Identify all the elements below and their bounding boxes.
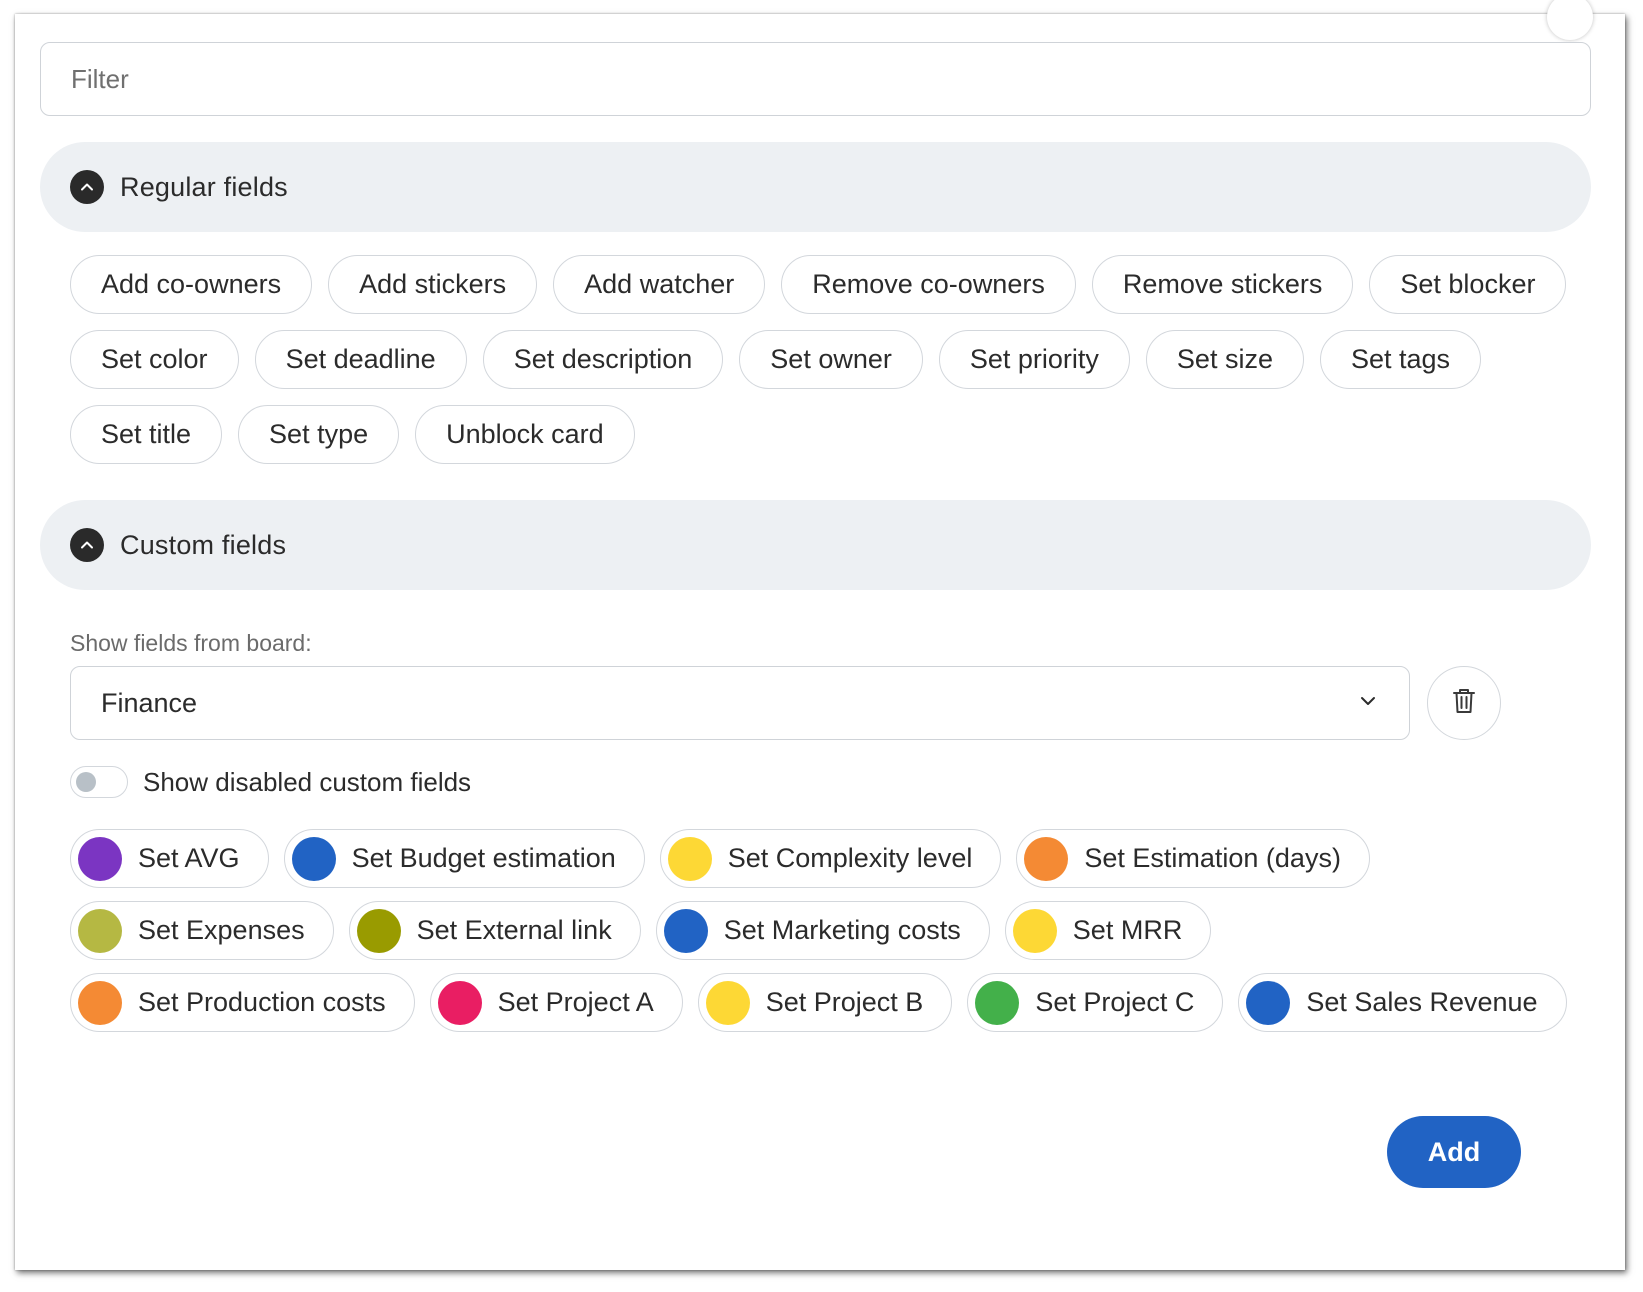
custom-field-chip[interactable]: Set Estimation (days)	[1016, 829, 1370, 888]
add-button[interactable]: Add	[1387, 1116, 1521, 1188]
custom-fields-list: Set AVG Set Budget estimation Set Complexi…	[70, 829, 1570, 1032]
color-dot-icon	[1246, 980, 1291, 1025]
custom-field-chip[interactable]: Set Complexity level	[659, 829, 1002, 888]
custom-field-label: Set Project B	[765, 987, 924, 1017]
color-dot-icon	[1024, 836, 1069, 881]
custom-field-chip[interactable]: Set Marketing costs	[655, 901, 990, 960]
color-dot-icon	[663, 908, 708, 953]
regular-field-chip[interactable]: Set type	[238, 405, 400, 464]
regular-field-chip[interactable]: Add watcher	[553, 255, 766, 314]
custom-field-label: Set Sales Revenue	[1306, 987, 1538, 1017]
custom-field-label: Set External link	[416, 915, 612, 945]
regular-field-chip[interactable]: Set title	[70, 405, 223, 464]
custom-field-label: Set Marketing costs	[723, 915, 961, 945]
custom-fields-title: Custom fields	[120, 529, 287, 560]
custom-field-label: Set Complexity level	[727, 843, 973, 873]
custom-field-chip[interactable]: Set External link	[348, 901, 641, 960]
delete-board-button[interactable]	[1427, 666, 1501, 740]
regular-field-chip[interactable]: Remove co-owners	[781, 255, 1076, 314]
regular-field-chip[interactable]: Set size	[1145, 330, 1304, 389]
regular-fields-header[interactable]: Regular fields	[40, 142, 1591, 232]
custom-field-chip[interactable]: Set Project C	[967, 973, 1224, 1032]
regular-field-chip[interactable]: Set deadline	[254, 330, 467, 389]
custom-field-chip[interactable]: Set Project A	[429, 973, 683, 1032]
custom-field-chip[interactable]: Set Expenses	[70, 901, 334, 960]
regular-field-chip[interactable]: Unblock card	[415, 405, 635, 464]
custom-field-label: Set Budget estimation	[351, 843, 616, 873]
board-select-value: Finance	[101, 687, 198, 718]
custom-field-label: Set Production costs	[138, 987, 386, 1017]
color-dot-icon	[78, 980, 122, 1025]
custom-field-chip[interactable]: Set MRR	[1004, 901, 1212, 960]
regular-fields-list: Add co-owners Add stickers Add watcher Remo…	[70, 255, 1570, 464]
chevron-up-icon[interactable]	[70, 170, 104, 204]
custom-field-label: Set Estimation (days)	[1084, 843, 1341, 873]
regular-field-chip[interactable]: Set color	[70, 330, 239, 389]
regular-field-chip[interactable]: Set blocker	[1369, 255, 1567, 314]
color-dot-icon	[437, 980, 482, 1025]
show-fields-label: Show fields from board:	[70, 630, 312, 656]
trash-icon	[1451, 687, 1477, 720]
filter-input[interactable]	[40, 42, 1591, 116]
custom-field-label: Set Project A	[497, 987, 654, 1017]
custom-field-chip[interactable]: Set AVG	[70, 829, 269, 888]
show-disabled-toggle[interactable]	[70, 766, 128, 798]
show-disabled-label: Show disabled custom fields	[143, 766, 472, 797]
regular-field-chip[interactable]: Remove stickers	[1091, 255, 1354, 314]
custom-field-chip[interactable]: Set Project B	[697, 973, 953, 1032]
custom-field-label: Set Project C	[1035, 987, 1195, 1017]
custom-field-chip[interactable]: Set Production costs	[70, 973, 415, 1032]
chevron-down-icon	[1357, 688, 1379, 719]
regular-field-chip[interactable]: Set tags	[1319, 330, 1482, 389]
custom-fields-header[interactable]: Custom fields	[40, 500, 1591, 590]
regular-field-chip[interactable]: Set priority	[938, 330, 1130, 389]
color-dot-icon	[1012, 908, 1057, 953]
regular-field-chip[interactable]: Add stickers	[328, 255, 538, 314]
board-select[interactable]: Finance	[70, 666, 1410, 740]
color-dot-icon	[291, 836, 336, 881]
close-button[interactable]	[1547, 0, 1593, 40]
show-disabled-row: Show disabled custom fields	[70, 766, 471, 798]
regular-fields-title: Regular fields	[120, 171, 288, 202]
regular-field-chip[interactable]: Set owner	[739, 330, 923, 389]
custom-field-label: Set MRR	[1072, 915, 1183, 945]
color-dot-icon	[705, 980, 750, 1025]
automation-fields-panel: Regular fields Add co-owners Add stickers…	[15, 0, 1625, 1270]
regular-field-chip[interactable]: Set description	[482, 330, 724, 389]
custom-field-chip[interactable]: Set Sales Revenue	[1238, 973, 1567, 1032]
custom-field-chip[interactable]: Set Budget estimation	[283, 829, 645, 888]
color-dot-icon	[78, 908, 122, 953]
color-dot-icon	[356, 908, 401, 953]
color-dot-icon	[667, 836, 712, 881]
color-dot-icon	[78, 836, 122, 881]
chevron-up-icon[interactable]	[70, 528, 104, 562]
color-dot-icon	[975, 980, 1020, 1025]
custom-field-label: Set AVG	[138, 843, 240, 873]
custom-field-label: Set Expenses	[138, 915, 305, 945]
regular-field-chip[interactable]: Add co-owners	[70, 255, 313, 314]
